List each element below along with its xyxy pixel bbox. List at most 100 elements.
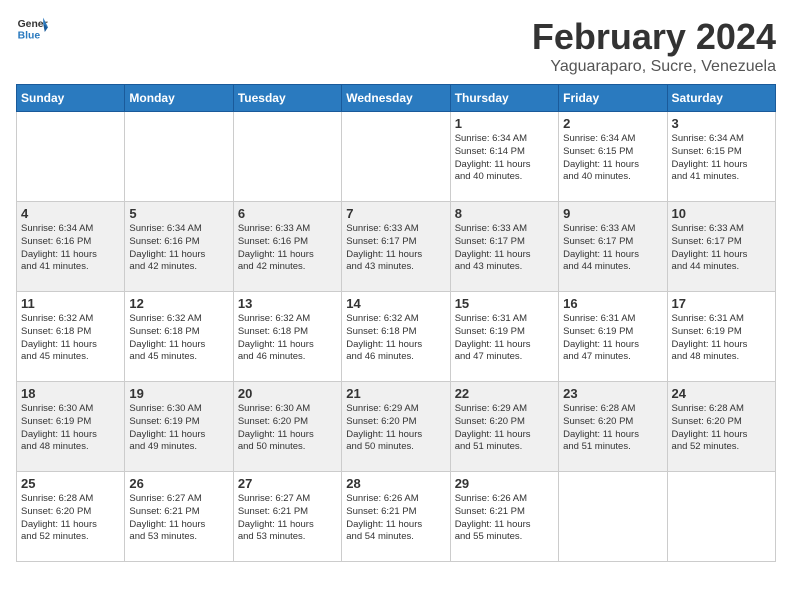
- day-info: Sunrise: 6:30 AM Sunset: 6:19 PM Dayligh…: [129, 403, 228, 454]
- day-number: 23: [563, 386, 662, 401]
- header-cell-saturday: Saturday: [667, 85, 775, 112]
- day-number: 14: [346, 296, 445, 311]
- day-info: Sunrise: 6:29 AM Sunset: 6:20 PM Dayligh…: [346, 403, 445, 454]
- calendar-cell: 10 Sunrise: 6:33 AM Sunset: 6:17 PM Dayli…: [667, 202, 775, 292]
- calendar-week-3: 11 Sunrise: 6:32 AM Sunset: 6:18 PM Dayli…: [17, 292, 776, 382]
- header-cell-friday: Friday: [559, 85, 667, 112]
- day-info: Sunrise: 6:32 AM Sunset: 6:18 PM Dayligh…: [346, 313, 445, 364]
- day-number: 15: [455, 296, 554, 311]
- page-subtitle: Yaguaraparo, Sucre, Venezuela: [532, 58, 776, 76]
- day-info: Sunrise: 6:34 AM Sunset: 6:16 PM Dayligh…: [129, 223, 228, 274]
- calendar-week-5: 25 Sunrise: 6:28 AM Sunset: 6:20 PM Dayli…: [17, 472, 776, 562]
- day-info: Sunrise: 6:27 AM Sunset: 6:21 PM Dayligh…: [129, 493, 228, 544]
- day-info: Sunrise: 6:31 AM Sunset: 6:19 PM Dayligh…: [672, 313, 771, 364]
- day-info: Sunrise: 6:29 AM Sunset: 6:20 PM Dayligh…: [455, 403, 554, 454]
- calendar-cell: 18 Sunrise: 6:30 AM Sunset: 6:19 PM Dayli…: [17, 382, 125, 472]
- calendar-cell: 23 Sunrise: 6:28 AM Sunset: 6:20 PM Dayli…: [559, 382, 667, 472]
- day-number: 21: [346, 386, 445, 401]
- logo-icon: General Blue: [16, 16, 48, 44]
- calendar-week-1: 1 Sunrise: 6:34 AM Sunset: 6:14 PM Daylig…: [17, 112, 776, 202]
- day-number: 22: [455, 386, 554, 401]
- calendar-header-row: SundayMondayTuesdayWednesdayThursdayFrid…: [17, 85, 776, 112]
- page-title: February 2024: [532, 16, 776, 58]
- day-info: Sunrise: 6:34 AM Sunset: 6:15 PM Dayligh…: [672, 133, 771, 184]
- calendar-cell: 11 Sunrise: 6:32 AM Sunset: 6:18 PM Dayli…: [17, 292, 125, 382]
- day-number: 25: [21, 476, 120, 491]
- calendar-cell: 6Sunrise: 6:33 AM Sunset: 6:16 PM Daylig…: [233, 202, 341, 292]
- day-info: Sunrise: 6:33 AM Sunset: 6:17 PM Dayligh…: [455, 223, 554, 274]
- day-info: Sunrise: 6:34 AM Sunset: 6:15 PM Dayligh…: [563, 133, 662, 184]
- calendar-cell: 9Sunrise: 6:33 AM Sunset: 6:17 PM Daylig…: [559, 202, 667, 292]
- day-number: 12: [129, 296, 228, 311]
- day-info: Sunrise: 6:31 AM Sunset: 6:19 PM Dayligh…: [563, 313, 662, 364]
- day-info: Sunrise: 6:28 AM Sunset: 6:20 PM Dayligh…: [21, 493, 120, 544]
- calendar-cell: 17 Sunrise: 6:31 AM Sunset: 6:19 PM Dayli…: [667, 292, 775, 382]
- header-cell-wednesday: Wednesday: [342, 85, 450, 112]
- day-info: Sunrise: 6:32 AM Sunset: 6:18 PM Dayligh…: [129, 313, 228, 364]
- calendar-week-4: 18 Sunrise: 6:30 AM Sunset: 6:19 PM Dayli…: [17, 382, 776, 472]
- calendar-cell: 4 Sunrise: 6:34 AM Sunset: 6:16 PM Daylig…: [17, 202, 125, 292]
- header-cell-sunday: Sunday: [17, 85, 125, 112]
- calendar-cell: 15 Sunrise: 6:31 AM Sunset: 6:19 PM Dayli…: [450, 292, 558, 382]
- day-number: 16: [563, 296, 662, 311]
- calendar-cell: [125, 112, 233, 202]
- day-number: 4: [21, 206, 120, 221]
- calendar-cell: [17, 112, 125, 202]
- calendar-cell: 3 Sunrise: 6:34 AM Sunset: 6:15 PM Daylig…: [667, 112, 775, 202]
- day-number: 3: [672, 116, 771, 131]
- header-cell-monday: Monday: [125, 85, 233, 112]
- day-info: Sunrise: 6:33 AM Sunset: 6:16 PM Dayligh…: [238, 223, 337, 274]
- day-info: Sunrise: 6:31 AM Sunset: 6:19 PM Dayligh…: [455, 313, 554, 364]
- calendar-body: 1 Sunrise: 6:34 AM Sunset: 6:14 PM Daylig…: [17, 112, 776, 562]
- day-number: 24: [672, 386, 771, 401]
- calendar-week-2: 4 Sunrise: 6:34 AM Sunset: 6:16 PM Daylig…: [17, 202, 776, 292]
- day-info: Sunrise: 6:33 AM Sunset: 6:17 PM Dayligh…: [563, 223, 662, 274]
- day-number: 17: [672, 296, 771, 311]
- calendar-cell: [559, 472, 667, 562]
- day-info: Sunrise: 6:34 AM Sunset: 6:14 PM Dayligh…: [455, 133, 554, 184]
- day-number: 10: [672, 206, 771, 221]
- calendar-cell: 16 Sunrise: 6:31 AM Sunset: 6:19 PM Dayli…: [559, 292, 667, 382]
- day-number: 26: [129, 476, 228, 491]
- day-info: Sunrise: 6:34 AM Sunset: 6:16 PM Dayligh…: [21, 223, 120, 274]
- svg-text:Blue: Blue: [18, 30, 41, 41]
- header: General Blue February 2024 Yaguaraparo, …: [16, 16, 776, 76]
- day-number: 1: [455, 116, 554, 131]
- day-info: Sunrise: 6:32 AM Sunset: 6:18 PM Dayligh…: [21, 313, 120, 364]
- day-info: Sunrise: 6:26 AM Sunset: 6:21 PM Dayligh…: [455, 493, 554, 544]
- calendar-cell: 28 Sunrise: 6:26 AM Sunset: 6:21 PM Dayli…: [342, 472, 450, 562]
- header-cell-thursday: Thursday: [450, 85, 558, 112]
- calendar-cell: 22 Sunrise: 6:29 AM Sunset: 6:20 PM Dayli…: [450, 382, 558, 472]
- day-info: Sunrise: 6:28 AM Sunset: 6:20 PM Dayligh…: [563, 403, 662, 454]
- calendar-cell: [667, 472, 775, 562]
- calendar-cell: 21 Sunrise: 6:29 AM Sunset: 6:20 PM Dayli…: [342, 382, 450, 472]
- day-info: Sunrise: 6:33 AM Sunset: 6:17 PM Dayligh…: [346, 223, 445, 274]
- day-info: Sunrise: 6:32 AM Sunset: 6:18 PM Dayligh…: [238, 313, 337, 364]
- day-number: 11: [21, 296, 120, 311]
- calendar-cell: 27 Sunrise: 6:27 AM Sunset: 6:21 PM Dayli…: [233, 472, 341, 562]
- day-info: Sunrise: 6:27 AM Sunset: 6:21 PM Dayligh…: [238, 493, 337, 544]
- day-number: 2: [563, 116, 662, 131]
- day-number: 18: [21, 386, 120, 401]
- day-number: 20: [238, 386, 337, 401]
- calendar-cell: 8 Sunrise: 6:33 AM Sunset: 6:17 PM Daylig…: [450, 202, 558, 292]
- calendar-cell: 7Sunrise: 6:33 AM Sunset: 6:17 PM Daylig…: [342, 202, 450, 292]
- calendar-table: SundayMondayTuesdayWednesdayThursdayFrid…: [16, 84, 776, 562]
- day-number: 13: [238, 296, 337, 311]
- calendar-cell: 2 Sunrise: 6:34 AM Sunset: 6:15 PM Daylig…: [559, 112, 667, 202]
- day-info: Sunrise: 6:33 AM Sunset: 6:17 PM Dayligh…: [672, 223, 771, 274]
- day-info: Sunrise: 6:26 AM Sunset: 6:21 PM Dayligh…: [346, 493, 445, 544]
- day-number: 8: [455, 206, 554, 221]
- day-info: Sunrise: 6:30 AM Sunset: 6:20 PM Dayligh…: [238, 403, 337, 454]
- calendar-cell: 19 Sunrise: 6:30 AM Sunset: 6:19 PM Dayli…: [125, 382, 233, 472]
- calendar-cell: 13 Sunrise: 6:32 AM Sunset: 6:18 PM Dayli…: [233, 292, 341, 382]
- day-number: 28: [346, 476, 445, 491]
- day-number: 27: [238, 476, 337, 491]
- calendar-cell: 5Sunrise: 6:34 AM Sunset: 6:16 PM Daylig…: [125, 202, 233, 292]
- header-cell-tuesday: Tuesday: [233, 85, 341, 112]
- logo: General Blue: [16, 16, 48, 44]
- calendar-cell: 12 Sunrise: 6:32 AM Sunset: 6:18 PM Dayli…: [125, 292, 233, 382]
- day-number: 19: [129, 386, 228, 401]
- calendar-cell: 24Sunrise: 6:28 AM Sunset: 6:20 PM Dayli…: [667, 382, 775, 472]
- day-info: Sunrise: 6:30 AM Sunset: 6:19 PM Dayligh…: [21, 403, 120, 454]
